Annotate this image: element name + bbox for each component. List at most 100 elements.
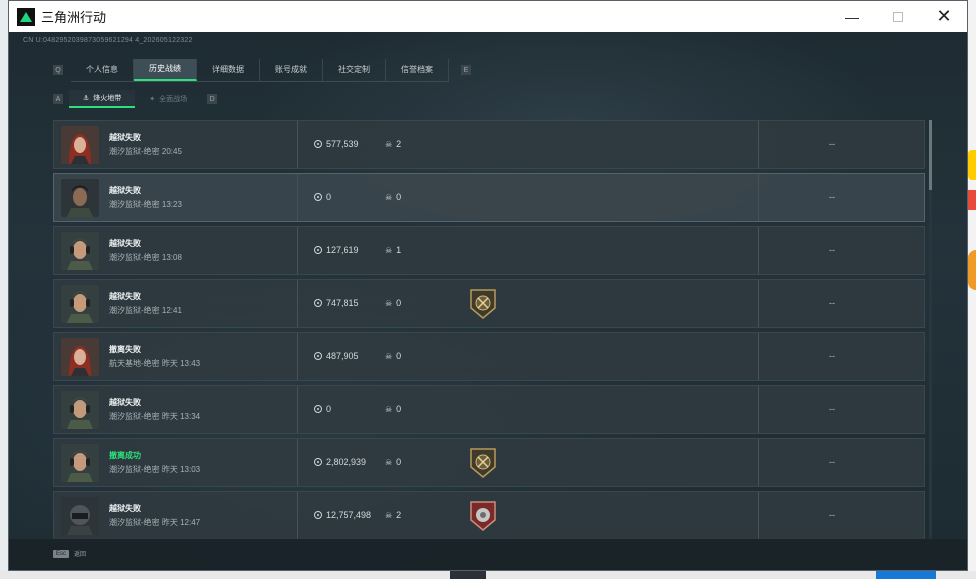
main-tabs: Q 个人信息 历史战绩 详细数据 账号成就 社交定制 信誉档案 E: [53, 58, 471, 82]
match-map-time: 潮汐监狱-绝密 13:08: [109, 253, 182, 262]
loot-value: 577,539: [314, 139, 359, 149]
subtab-prev-key[interactable]: A: [53, 94, 63, 104]
footer-bar: Esc 返回: [9, 539, 967, 570]
subtab-extraction[interactable]: ⚓ 烽火地带: [69, 90, 136, 108]
extra-info: --: [829, 510, 835, 520]
coin-icon: [314, 140, 322, 148]
title-bar[interactable]: 三角洲行动 — ✕: [9, 1, 967, 32]
skull-icon: ☠: [385, 245, 393, 255]
subtab-warfare[interactable]: ✦ 全面战场: [135, 90, 201, 108]
operator-avatar: [61, 444, 99, 482]
match-map-time: 潮汐监狱-绝密 13:23: [109, 200, 182, 209]
extra-info: --: [829, 139, 835, 149]
match-result: 越狱失败: [109, 186, 141, 195]
extra-info: --: [829, 351, 835, 361]
window-title: 三角洲行动: [41, 10, 107, 25]
match-result: 越狱失败: [109, 133, 141, 142]
kill-count: ☠ 2: [385, 139, 402, 149]
match-row[interactable]: 越狱失败 潮汐监狱-绝密 昨天 12:47 12,757,498 ☠ 2 --: [53, 491, 925, 540]
minimize-button[interactable]: —: [829, 1, 875, 32]
loot-value: 127,619: [314, 245, 359, 255]
warfare-mode-icon: ✦: [149, 96, 156, 103]
tab-next-key[interactable]: E: [461, 65, 471, 75]
tab-social[interactable]: 社交定制: [323, 58, 386, 81]
operator-avatar: [61, 285, 99, 323]
kill-count: ☠ 0: [385, 457, 402, 467]
red-shield-icon: [468, 500, 498, 532]
main-content: CN U:0482952039873059621294 4_2026051223…: [9, 32, 967, 570]
operator-avatar: [61, 232, 99, 270]
maximize-icon: [893, 11, 903, 22]
extra-info: --: [829, 404, 835, 414]
match-map-time: 潮汐监狱-绝密 昨天 13:34: [109, 412, 201, 421]
tab-profile[interactable]: 个人信息: [71, 58, 134, 81]
list-scrollbar[interactable]: [929, 120, 932, 547]
tab-prev-key[interactable]: Q: [53, 65, 63, 75]
tab-history[interactable]: 历史战绩: [134, 58, 197, 81]
coin-icon: [314, 193, 322, 201]
match-row[interactable]: 越狱失败潮汐监狱-绝密 13:23 0 ☠ 0 --: [53, 173, 925, 222]
kill-count: ☠ 0: [385, 298, 402, 308]
loot-value: 487,905: [314, 351, 359, 361]
skull-icon: ☠: [385, 192, 393, 202]
skull-icon: ☠: [385, 510, 393, 520]
match-history-list: 越狱失败 潮汐监狱-绝密 20:45 577,539 ☠ 2 -- 越狱失败 潮汐监狱-绝密 …: [53, 120, 925, 547]
loot-value: 0: [314, 192, 331, 202]
match-result: 撤离失败: [109, 345, 141, 354]
match-result: 越狱失败: [109, 292, 141, 301]
coin-icon: [314, 299, 322, 307]
back-button[interactable]: Esc 返回: [53, 549, 86, 558]
match-row[interactable]: 撤离成功潮汐监狱-绝密 昨天 13:03 2,802,939 ☠ 0 --: [53, 438, 925, 487]
gold-shield-icon: [468, 288, 498, 320]
back-label: 返回: [74, 552, 87, 558]
kill-count: ☠ 0: [385, 351, 402, 361]
subtab-next-key[interactable]: D: [207, 94, 218, 104]
close-button[interactable]: ✕: [921, 1, 967, 32]
skull-icon: ☠: [385, 351, 393, 361]
scrollbar-thumb[interactable]: [929, 120, 932, 190]
maximize-button[interactable]: [875, 1, 921, 32]
kill-count: ☠ 0: [385, 192, 402, 202]
match-map-time: 潮汐监狱-绝密 昨天 12:47: [109, 518, 201, 527]
loot-value: 2,802,939: [314, 457, 366, 467]
extra-info: --: [829, 457, 835, 467]
loot-value: 0: [314, 404, 331, 414]
extra-info: --: [829, 192, 835, 202]
match-row[interactable]: 撤离失败 航天基地-绝密 昨天 13:43 487,905 ☠ 0 --: [53, 332, 925, 381]
tab-details[interactable]: 详细数据: [197, 58, 260, 81]
operator-avatar: [61, 338, 99, 376]
gold-shield-icon: [468, 447, 498, 479]
coin-icon: [314, 511, 322, 519]
kill-count: ☠ 0: [385, 404, 402, 414]
esc-key-hint: Esc: [53, 549, 70, 558]
match-map-time: 潮汐监狱-绝密 12:41: [109, 306, 182, 315]
tab-reputation[interactable]: 信誉档案: [386, 58, 449, 81]
match-row[interactable]: 越狱失败潮汐监狱-绝密 昨天 13:34 0 ☠ 0 --: [53, 385, 925, 434]
match-result: 撤离成功: [109, 451, 141, 460]
operator-avatar: [61, 391, 99, 429]
app-logo-icon: [17, 7, 35, 26]
tab-achievements[interactable]: 账号成就: [260, 58, 323, 81]
coin-icon: [314, 458, 322, 466]
coin-icon: [314, 405, 322, 413]
match-result: 越狱失败: [109, 239, 141, 248]
skull-icon: ☠: [385, 298, 393, 308]
operator-avatar: [61, 497, 99, 535]
loot-value: 12,757,498: [314, 510, 371, 520]
match-row[interactable]: 越狱失败潮汐监狱-绝密 20:45 577,539 ☠ 2 --: [53, 120, 925, 169]
user-id-label: CN U:0482952039873059621294 4_2026051223…: [23, 37, 193, 44]
desktop-taskbar-fragment: [0, 571, 976, 579]
match-map-time: 潮汐监狱-绝密 昨天 13:03: [109, 465, 201, 474]
match-map-time: 潮汐监狱-绝密 20:45: [109, 147, 182, 156]
extra-info: --: [829, 298, 835, 308]
coin-icon: [314, 246, 322, 254]
kill-count: ☠ 2: [385, 510, 402, 520]
desktop-right-edge: [968, 0, 976, 579]
extraction-mode-icon: ⚓: [83, 95, 90, 102]
extra-info: --: [829, 245, 835, 255]
match-row[interactable]: 越狱失败 潮汐监狱-绝密 13:08 127,619 ☠ 1 --: [53, 226, 925, 275]
match-result: 越狱失败: [109, 398, 141, 407]
match-row[interactable]: 越狱失败潮汐监狱-绝密 12:41 747,815 ☠ 0 --: [53, 279, 925, 328]
skull-icon: ☠: [385, 457, 393, 467]
loot-value: 747,815: [314, 298, 359, 308]
